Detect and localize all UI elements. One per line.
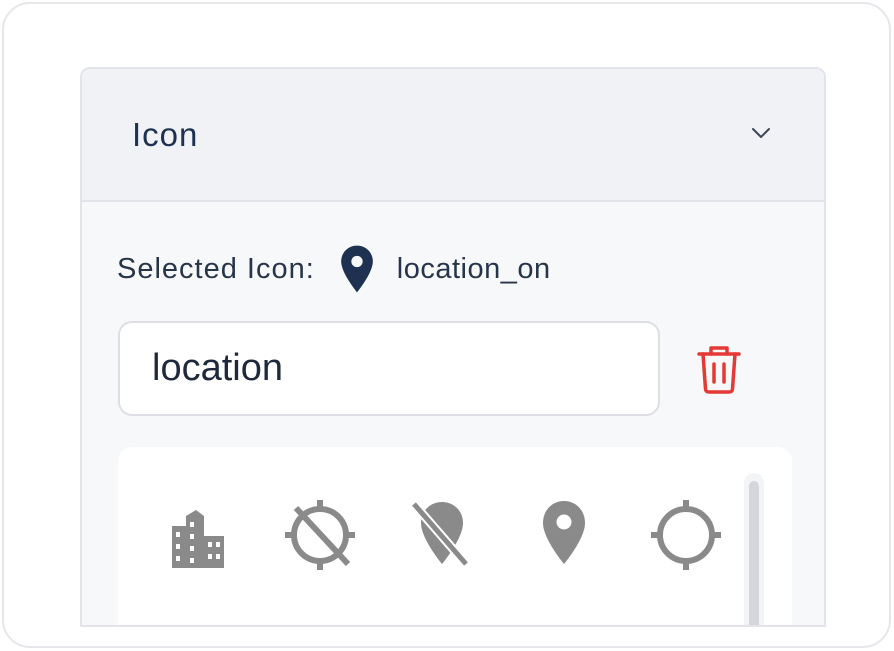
icon-search-input[interactable] — [118, 321, 660, 416]
selected-icon-row: Selected Icon: location_on — [117, 244, 551, 294]
selected-icon-label: Selected Icon: — [117, 252, 315, 285]
grid-scrollbar-thumb[interactable] — [749, 481, 759, 625]
chevron-down-icon[interactable] — [750, 125, 772, 141]
grid-scrollbar[interactable] — [744, 473, 764, 625]
selected-icon-name: location_on — [396, 252, 551, 285]
panel-header[interactable]: Icon — [82, 69, 824, 202]
icon-results-grid — [118, 447, 792, 625]
location-disabled-icon[interactable] — [278, 492, 362, 576]
city-buildings-icon[interactable] — [156, 492, 240, 576]
card-frame: Icon Selected Icon: location_on — [2, 2, 891, 648]
location-searching-icon[interactable] — [644, 492, 728, 576]
trash-icon[interactable] — [694, 343, 744, 395]
icon-settings-panel: Icon Selected Icon: location_on — [80, 67, 826, 627]
panel-title: Icon — [132, 116, 199, 153]
location-pin-icon[interactable] — [522, 492, 606, 576]
location-pin-icon — [340, 245, 373, 293]
location-off-icon[interactable] — [400, 492, 484, 576]
